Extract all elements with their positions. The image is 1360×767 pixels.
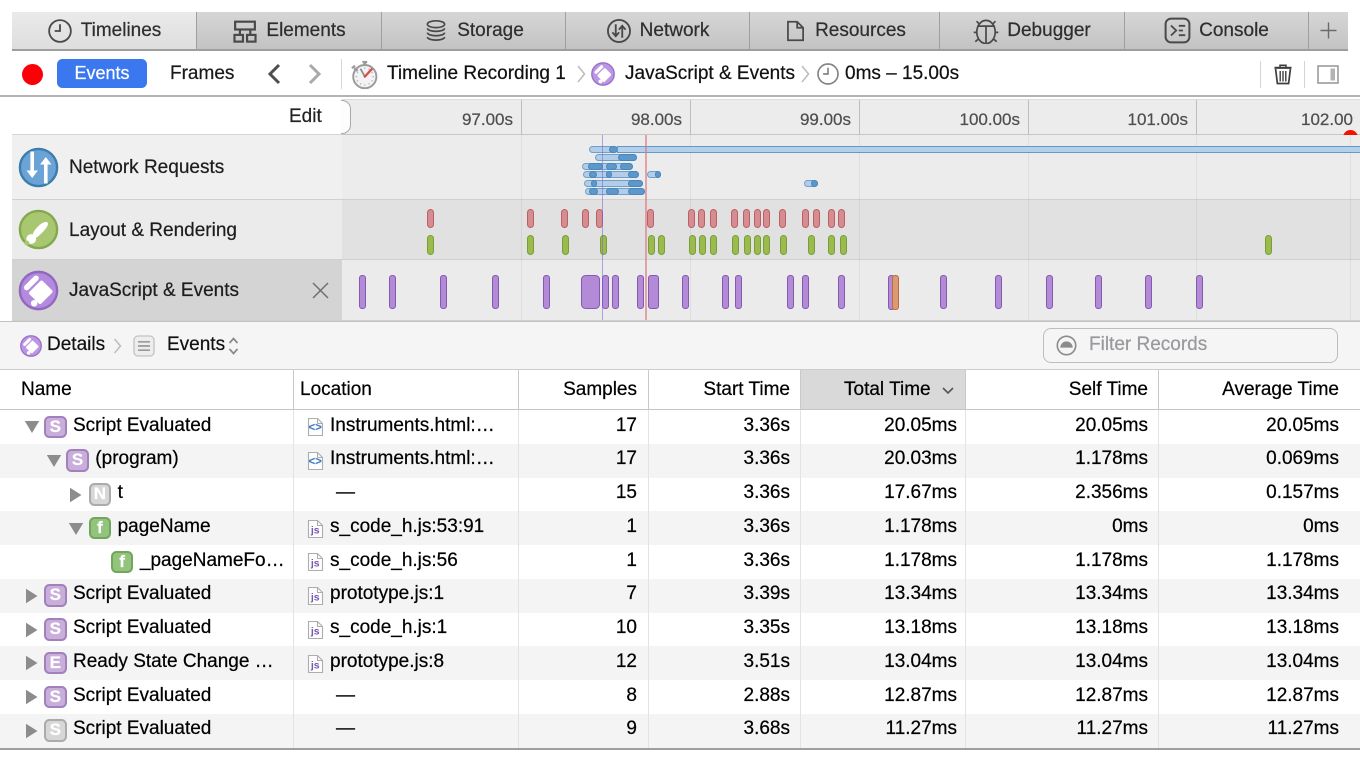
svg-text:js: js xyxy=(310,524,320,536)
svg-text:js: js xyxy=(310,625,320,637)
svg-text:js: js xyxy=(310,659,320,671)
svg-text:<>: <> xyxy=(308,456,322,468)
svg-text:<>: <> xyxy=(308,422,322,434)
svg-text:js: js xyxy=(310,558,320,570)
svg-text:js: js xyxy=(310,591,320,603)
